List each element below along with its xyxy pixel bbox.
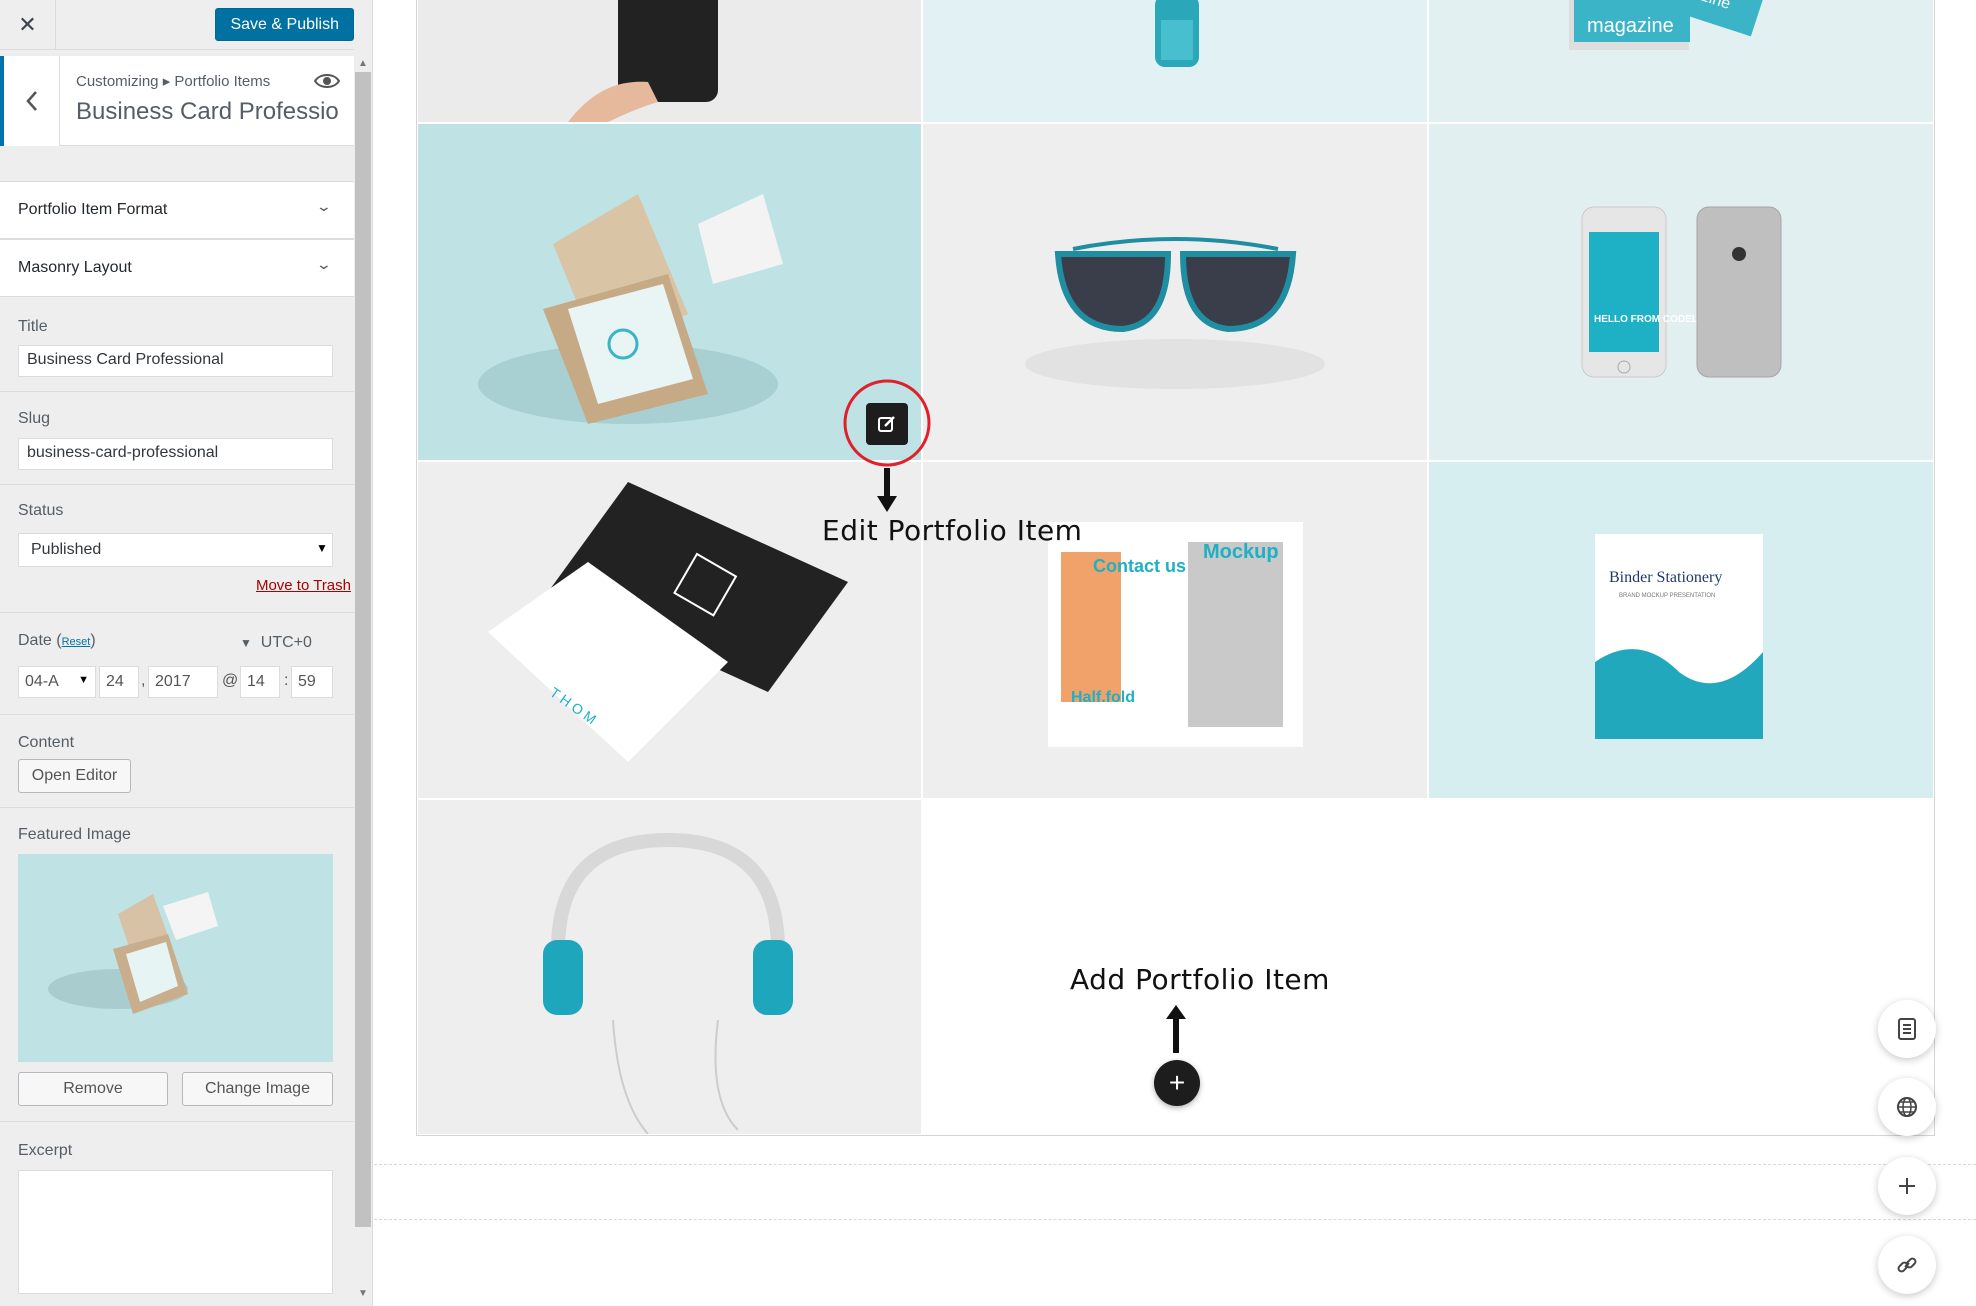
document-icon <box>1898 1018 1916 1040</box>
chevron-left-icon <box>25 91 37 111</box>
date-hour-input[interactable]: 14 <box>240 666 280 698</box>
portfolio-item-bottle[interactable] <box>923 0 1427 122</box>
back-button[interactable] <box>0 56 60 146</box>
chevron-down-icon: ⌄ <box>315 198 333 214</box>
dropdown-arrow-icon: ▼ <box>316 541 328 555</box>
slug-label: Slug <box>18 410 51 427</box>
global-settings-button[interactable] <box>1878 1078 1936 1136</box>
accordion-label: Portfolio Item Format <box>18 201 168 218</box>
sidebar-scrollbar-thumb[interactable] <box>355 72 371 1227</box>
date-day-input[interactable]: 24 <box>99 666 139 698</box>
page-settings-button[interactable] <box>1878 1000 1936 1058</box>
add-portfolio-item-button[interactable]: + <box>1154 1060 1200 1106</box>
close-icon: ✕ <box>18 12 37 37</box>
magazine-text: magazine <box>1587 15 1674 37</box>
contact-text: Contact us <box>1093 556 1186 576</box>
scroll-down-icon[interactable]: ▼ <box>356 1288 370 1302</box>
edit-annotation-label: Edit Portfolio Item <box>822 514 1083 547</box>
link-icon <box>1897 1257 1917 1273</box>
chevron-down-icon: ⌄ <box>315 256 333 272</box>
save-publish-button[interactable]: Save & Publish <box>215 8 354 41</box>
portfolio-item-brochure[interactable]: Contact us Mockup Half.fold <box>923 462 1427 798</box>
status-label: Status <box>18 502 64 519</box>
globe-icon <box>1897 1097 1917 1117</box>
reset-date-link[interactable]: Reset <box>62 636 91 648</box>
portfolio-item-headphones[interactable] <box>418 800 921 1134</box>
status-select[interactable]: Published <box>18 533 333 567</box>
divider <box>0 714 354 715</box>
plus-icon <box>1899 1178 1915 1194</box>
move-to-trash-link[interactable]: Move to Trash <box>256 577 351 594</box>
divider <box>0 391 354 392</box>
add-annotation-arrow <box>1166 1005 1186 1053</box>
timezone-label: ▼ UTC+0 <box>240 634 312 651</box>
date-separator: , <box>141 672 146 689</box>
title-input[interactable]: Business Card Professional <box>18 345 333 377</box>
portfolio-item-magazine[interactable]: magazineazine <box>1429 0 1933 122</box>
breadcrumb: Customizing ▸ Portfolio Items <box>76 73 271 90</box>
open-editor-button[interactable]: Open Editor <box>18 759 131 793</box>
section-divider <box>374 1164 1976 1165</box>
section-header: Customizing ▸ Portfolio Items Business C… <box>0 56 354 146</box>
featured-image-thumbnail[interactable] <box>18 854 333 1062</box>
divider <box>0 484 354 485</box>
date-minute-input[interactable]: 59 <box>291 666 333 698</box>
date-label: Date (Reset) <box>18 632 96 649</box>
slug-input[interactable]: business-card-professional <box>18 438 333 470</box>
link-button[interactable] <box>1878 1236 1936 1294</box>
excerpt-label: Excerpt <box>18 1142 73 1159</box>
date-separator: @ <box>222 672 239 689</box>
divider <box>0 807 354 808</box>
accordion-label: Masonry Layout <box>18 259 132 276</box>
date-year-input[interactable]: 2017 <box>148 666 218 698</box>
customizer-sidebar: ✕ Save & Publish Customizing ▸ Portfolio… <box>0 0 373 1306</box>
edit-icon <box>878 416 895 432</box>
section-title: Business Card Professio... <box>76 98 341 125</box>
eye-icon[interactable] <box>313 72 341 96</box>
dropdown-arrow-icon: ▼ <box>78 674 89 686</box>
halffold-text: Half.fold <box>1071 689 1135 706</box>
featured-image-label: Featured Image <box>18 826 131 843</box>
accordion-portfolio-item-format[interactable]: Portfolio Item Format ⌄ <box>0 181 354 239</box>
edit-highlight-circle <box>843 379 931 512</box>
binder-subtitle: BRAND MOCKUP PRESENTATION <box>1619 593 1715 599</box>
date-month-select[interactable]: 04-A ▼ <box>18 666 96 698</box>
edit-portfolio-item-button[interactable] <box>866 403 908 445</box>
accordion-masonry-layout[interactable]: Masonry Layout ⌄ <box>0 239 354 297</box>
close-customizer-button[interactable]: ✕ <box>0 0 56 50</box>
plus-icon: + <box>1168 1067 1186 1098</box>
divider <box>0 612 354 613</box>
portfolio-item-phone[interactable] <box>418 0 921 122</box>
customizer-header: ✕ Save & Publish <box>0 0 354 50</box>
section-divider <box>374 1219 1976 1220</box>
content-label: Content <box>18 734 75 751</box>
title-label: Title <box>18 318 48 335</box>
remove-image-button[interactable]: Remove <box>18 1072 168 1106</box>
scroll-up-icon[interactable]: ▲ <box>356 58 370 72</box>
date-separator: : <box>284 672 289 689</box>
mockup-text: Mockup <box>1203 541 1279 563</box>
excerpt-textarea[interactable] <box>18 1170 333 1294</box>
binder-title: Binder Stationery <box>1609 569 1722 586</box>
add-element-button[interactable] <box>1878 1157 1936 1215</box>
portfolio-item-sunglasses[interactable] <box>923 124 1427 460</box>
portfolio-item-iphone[interactable]: HELLO FROM CODELESS <box>1429 124 1933 460</box>
divider <box>0 1121 354 1122</box>
add-annotation-label: Add Portfolio Item <box>1070 963 1330 996</box>
triangle-down-icon: ▼ <box>240 636 252 650</box>
change-image-button[interactable]: Change Image <box>182 1072 333 1106</box>
portfolio-item-binder[interactable]: Binder Stationery BRAND MOCKUP PRESENTATI… <box>1429 462 1933 798</box>
